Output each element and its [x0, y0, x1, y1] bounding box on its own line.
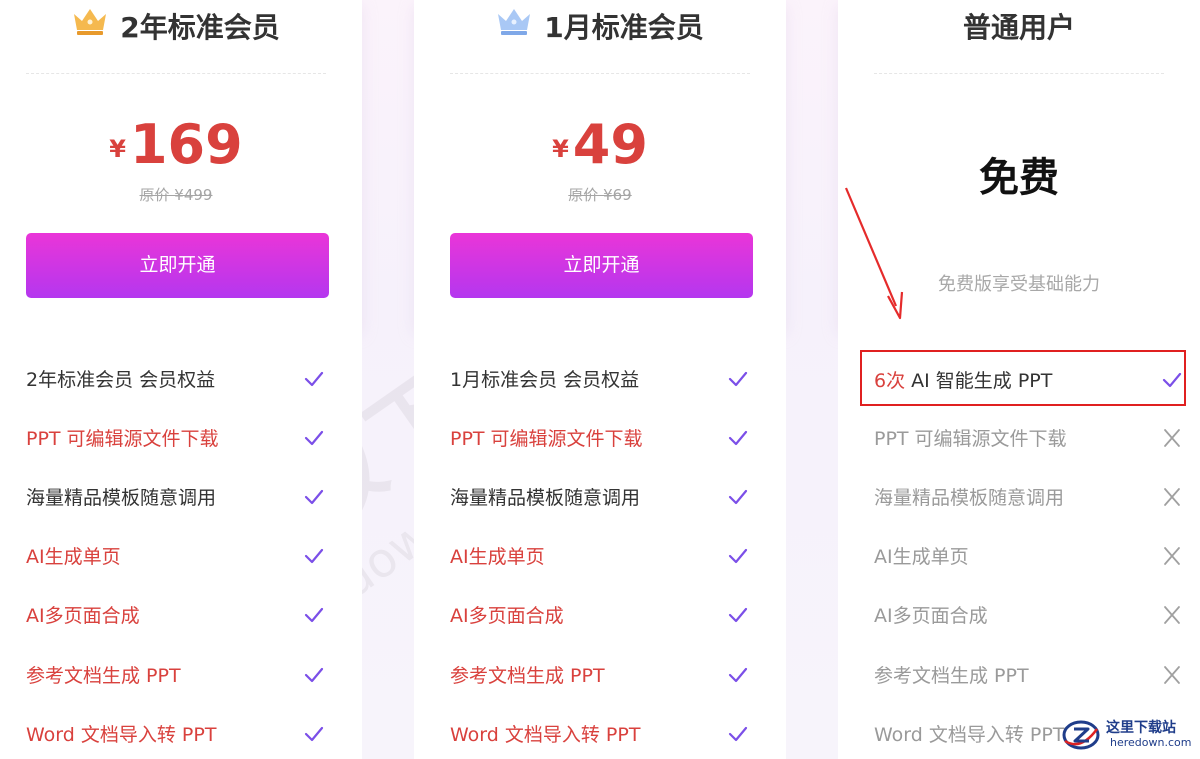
feature-label: 1月标准会员 会员权益: [450, 369, 640, 391]
feature-label: 海量精品模板随意调用: [26, 487, 217, 509]
plan-header: 2年标准会员 ¥169 原价 ¥499 立即开通: [0, 0, 362, 328]
site-logo-icon: [1062, 720, 1100, 750]
price-amount: 169: [129, 113, 243, 176]
check-icon: [726, 596, 750, 636]
feature-item: PPT 可编辑源文件下载: [26, 419, 326, 459]
feature-label: Word 文档导入转 PPT: [450, 724, 641, 746]
plan-card-free: 普通用户 免费 免费版享受基础能力 6次 AI 智能生成 PPT PPT 可编辑…: [838, 0, 1200, 759]
currency-symbol: ¥: [109, 135, 126, 163]
check-icon: [302, 537, 326, 577]
original-price: 原价 ¥499: [139, 186, 213, 204]
feature-label: 海量精品模板随意调用: [874, 487, 1065, 509]
feature-item: 参考文档生成 PPT: [26, 656, 326, 696]
plan-card-1-month: 1月标准会员 ¥49 原价 ¥69 立即开通 1月标准会员 会员权益 PPT 可…: [414, 0, 786, 759]
check-icon: [302, 715, 326, 755]
check-icon: [302, 596, 326, 636]
divider: [450, 73, 750, 74]
feature-item: 海量精品模板随意调用: [874, 478, 1184, 518]
check-icon: [726, 656, 750, 696]
blue-crown-icon: [496, 6, 532, 47]
usage-count: 6次: [874, 370, 906, 392]
feature-item: 2年标准会员 会员权益: [26, 360, 326, 400]
feature-item: 海量精品模板随意调用: [450, 478, 750, 518]
site-logo-domain: heredown.com: [1110, 736, 1192, 749]
plan-title: 1月标准会员: [414, 8, 786, 48]
feature-item: AI生成单页: [874, 537, 1184, 577]
currency-symbol: ¥: [552, 135, 569, 163]
feature-label: PPT 可编辑源文件下载: [450, 428, 643, 450]
check-icon: [1160, 361, 1184, 401]
feature-item: 参考文档生成 PPT: [874, 656, 1184, 696]
feature-list: 1月标准会员 会员权益 PPT 可编辑源文件下载 海量精品模板随意调用 AI生成…: [414, 328, 786, 759]
feature-label: 2年标准会员 会员权益: [26, 369, 216, 391]
cross-icon: [1160, 596, 1184, 636]
plan-card-2-year: 2年标准会员 ¥169 原价 ¥499 立即开通 2年标准会员 会员权益 PPT…: [0, 0, 362, 759]
annotation-arrow-icon: [844, 187, 904, 320]
feature-label: PPT 可编辑源文件下载: [874, 428, 1067, 450]
feature-item: AI多页面合成: [874, 596, 1184, 636]
site-logo: 这里下载站 heredown.com: [1062, 717, 1196, 753]
cross-icon: [1160, 478, 1184, 518]
divider: [874, 73, 1164, 74]
plan-title-text: 1月标准会员: [544, 11, 704, 44]
cross-icon: [1160, 419, 1184, 459]
check-icon: [726, 419, 750, 459]
feature-label: Word 文档导入转 PPT: [26, 724, 217, 746]
plan-title: 普通用户: [962, 11, 1075, 44]
cross-icon: [1160, 537, 1184, 577]
feature-list: 2年标准会员 会员权益 PPT 可编辑源文件下载 海量精品模板随意调用 AI生成…: [0, 328, 362, 759]
feature-item: Word 文档导入转 PPT: [450, 715, 750, 755]
price-amount: 49: [572, 113, 648, 176]
feature-label: 参考文档生成 PPT: [874, 665, 1029, 687]
feature-item: PPT 可编辑源文件下载: [450, 419, 750, 459]
plan-title: 2年标准会员: [0, 8, 362, 48]
cross-icon: [1160, 656, 1184, 696]
check-icon: [302, 360, 326, 400]
activate-button[interactable]: 立即开通: [450, 233, 753, 298]
feature-item: 1月标准会员 会员权益: [450, 360, 750, 400]
feature-label: AI生成单页: [874, 546, 969, 568]
divider: [26, 73, 326, 74]
feature-label: 参考文档生成 PPT: [450, 665, 605, 687]
plan-title-text: 2年标准会员: [120, 11, 280, 44]
feature-label: AI 智能生成 PPT: [911, 370, 1053, 392]
feature-label: Word 文档导入转 PPT: [874, 724, 1065, 746]
activate-button[interactable]: 立即开通: [26, 233, 329, 298]
check-icon: [726, 537, 750, 577]
feature-label: PPT 可编辑源文件下载: [26, 428, 219, 450]
feature-label: AI多页面合成: [26, 605, 140, 627]
feature-list: 6次 AI 智能生成 PPT PPT 可编辑源文件下载 海量精品模板随意调用 A…: [838, 328, 1200, 759]
feature-label: AI多页面合成: [874, 605, 988, 627]
check-icon: [302, 419, 326, 459]
feature-item: AI多页面合成: [450, 596, 750, 636]
feature-label: AI多页面合成: [450, 605, 564, 627]
feature-item: AI多页面合成: [26, 596, 326, 636]
feature-label: 海量精品模板随意调用: [450, 487, 641, 509]
check-icon: [726, 715, 750, 755]
check-icon: [302, 478, 326, 518]
plan-price: ¥169: [0, 110, 362, 180]
check-icon: [726, 360, 750, 400]
plan-price: ¥49: [414, 110, 786, 180]
feature-item: 海量精品模板随意调用: [26, 478, 326, 518]
feature-item: Word 文档导入转 PPT: [26, 715, 326, 755]
feature-label: 参考文档生成 PPT: [26, 665, 181, 687]
feature-item: PPT 可编辑源文件下载: [874, 419, 1184, 459]
check-icon: [726, 478, 750, 518]
check-icon: [302, 656, 326, 696]
feature-item: AI生成单页: [26, 537, 326, 577]
feature-item-highlighted: 6次 AI 智能生成 PPT: [874, 361, 1184, 401]
original-price: 原价 ¥69: [568, 186, 632, 204]
plan-header: 1月标准会员 ¥49 原价 ¥69 立即开通: [414, 0, 786, 328]
gold-crown-icon: [72, 6, 108, 47]
feature-item: 参考文档生成 PPT: [450, 656, 750, 696]
feature-item: AI生成单页: [450, 537, 750, 577]
site-logo-name: 这里下载站: [1106, 720, 1176, 736]
feature-label: AI生成单页: [26, 546, 121, 568]
feature-label: AI生成单页: [450, 546, 545, 568]
